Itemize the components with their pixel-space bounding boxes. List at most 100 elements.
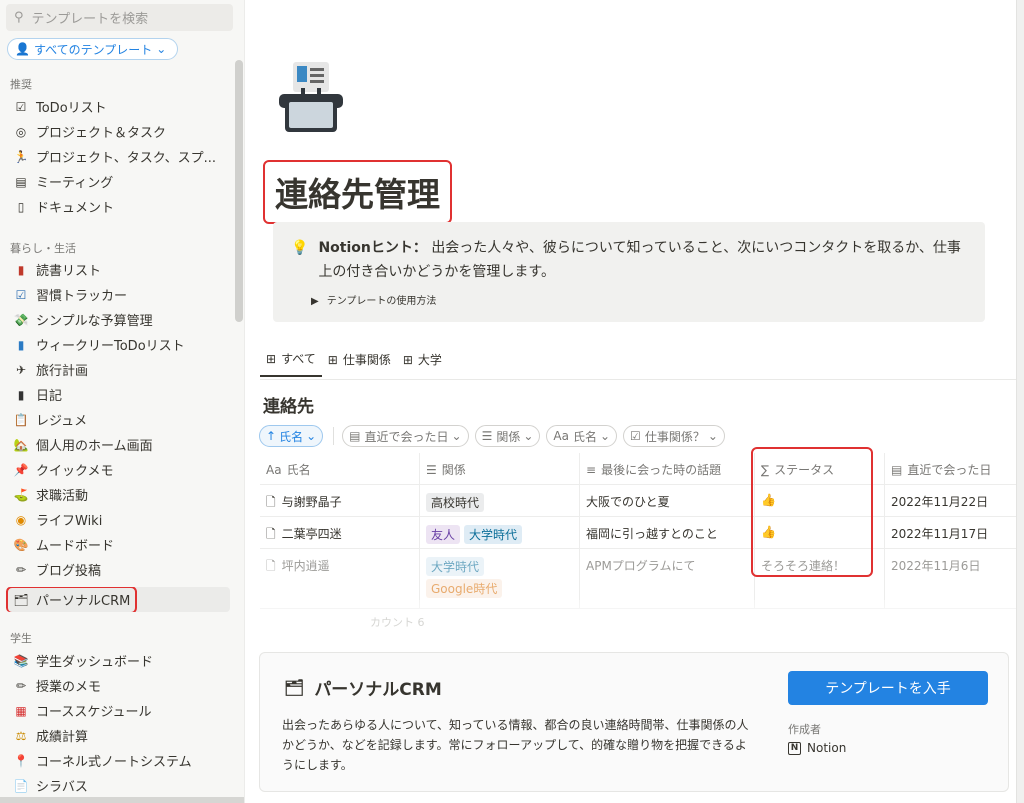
sidebar-item-project-task[interactable]: ◎ プロジェクト＆タスク xyxy=(6,119,230,144)
sidebar-item-document[interactable]: ▯ ドキュメント xyxy=(6,194,230,219)
column-header-name[interactable]: Aa 氏名 xyxy=(260,453,420,484)
notion-logo-icon: N xyxy=(788,741,801,755)
header-label: 氏名 xyxy=(286,463,311,477)
sidebar-item-quick-note[interactable]: 📌 クイックメモ xyxy=(6,457,230,482)
tab-university[interactable]: ⊞ 大学 xyxy=(397,350,448,377)
sidebar-item-todo[interactable]: ☑ ToDoリスト xyxy=(6,94,230,119)
sidebar-item-cornell-notes[interactable]: 📍 コーネル式ノートシステム xyxy=(6,748,230,773)
pill-label: 直近で会った日 xyxy=(364,429,449,444)
search-icon: ⚲ xyxy=(14,10,24,25)
sidebar-item-grade-calc[interactable]: ⚖ 成績計算 xyxy=(6,723,230,748)
sidebar-item-label: レジュメ xyxy=(36,414,88,429)
filter-bar: ↑ 氏名 ⌄ ▤ 直近で会った日 ⌄ ☰ 関係 ⌄ Aa 氏名 ⌄ ☑ 仕事関係？ ⌄ xyxy=(259,425,731,447)
sidebar-scrollbar[interactable] xyxy=(235,60,243,322)
sidebar-item-label: 読書リスト xyxy=(36,264,102,279)
cell-relation: 高校時代 xyxy=(420,485,580,516)
database-title: 連絡先 xyxy=(263,397,314,417)
sidebar-item-weekly-todo[interactable]: ▮ ウィークリーToDoリスト xyxy=(6,332,230,357)
sidebar-item-resume[interactable]: 📋 レジュメ xyxy=(6,407,230,432)
relation-tag: 高校時代 xyxy=(426,493,485,512)
sidebar-item-label: ブログ投稿 xyxy=(36,564,102,579)
filter-label: すべてのテンプレート xyxy=(33,42,153,57)
sidebar-item-student-dashboard[interactable]: 📚 学生ダッシュボード xyxy=(6,648,230,673)
sidebar-item-blog-post[interactable]: ✏ ブログ投稿 xyxy=(6,557,230,582)
search-input[interactable]: ⚲ テンプレートを検索 xyxy=(6,4,233,31)
compass-icon: ◉ xyxy=(15,512,27,527)
usage-toggle[interactable]: ▶ テンプレートの使用方法 xyxy=(311,288,969,314)
sort-name-pill[interactable]: ↑ 氏名 ⌄ xyxy=(259,425,324,447)
notebook-icon: ▮ xyxy=(17,337,25,352)
card-index-icon: 🗂 xyxy=(284,678,305,697)
sidebar-item-habit-tracker[interactable]: ☑ 習慣トラッカー xyxy=(6,282,230,307)
horizontal-scrollbar[interactable] xyxy=(0,797,244,803)
tab-work[interactable]: ⊞ 仕事関係 xyxy=(322,350,397,377)
sidebar-item-label: プロジェクト、タスク、スプ... xyxy=(36,151,216,166)
sidebar-item-moodboard[interactable]: 🎨 ムードボード xyxy=(6,532,230,557)
contact-name: 与謝野晶子 xyxy=(281,495,342,509)
scales-icon: ⚖ xyxy=(15,728,27,743)
filter-name-pill[interactable]: Aa 氏名 ⌄ xyxy=(546,425,618,447)
cell-name: 🗋 二葉亭四迷 xyxy=(260,517,420,548)
sidebar-item-reading-list[interactable]: ▮ 読書リスト xyxy=(6,257,230,282)
template-gallery: ⚲ テンプレートを検索 👤 すべてのテンプレート ⌄ 推奨 ☑ ToDoリスト ◎… xyxy=(0,0,1024,803)
sidebar-item-class-notes[interactable]: ✏ 授業のメモ xyxy=(6,673,230,698)
author[interactable]: N Notion xyxy=(788,741,846,755)
sidebar-item-label: クイックメモ xyxy=(36,464,114,479)
cell-topic: 福岡に引っ越すとのこと xyxy=(580,517,755,548)
flag-icon: ⛳ xyxy=(13,487,29,502)
tab-all[interactable]: ⊞ すべて xyxy=(260,350,322,377)
sidebar-item-label: 旅行計画 xyxy=(36,364,89,379)
sidebar-item-label: 習慣トラッカー xyxy=(36,289,128,304)
page-title: 連絡先管理 xyxy=(263,160,452,224)
journal-icon: ▮ xyxy=(17,387,25,402)
get-template-button[interactable]: テンプレートを入手 xyxy=(788,671,988,705)
card-index-icon xyxy=(279,62,343,132)
sidebar-item-travel[interactable]: ✈ 旅行計画 xyxy=(6,357,230,382)
sidebar-item-course-schedule[interactable]: ▦ コーススケジュール xyxy=(6,698,230,723)
divider xyxy=(333,427,335,445)
clipboard-icon: 📋 xyxy=(13,412,29,427)
table-row[interactable]: 🗋 二葉亭四迷 友人 大学時代 福岡に引っ越すとのこと 👍 2022年11月17日 xyxy=(260,517,1024,549)
tab-label: 仕事関係 xyxy=(342,353,391,367)
sidebar-item-life-wiki[interactable]: ◉ ライフWiki xyxy=(6,507,230,532)
column-header-date[interactable]: ▤ 直近で会った日 xyxy=(885,453,1024,484)
tab-label: 大学 xyxy=(417,353,442,367)
table-header: Aa 氏名 ☰ 関係 ≡ 最後に会った時の話題 ∑ ステータス ▤ 直近で会った日 xyxy=(260,453,1024,485)
chevron-down-icon: ⌄ xyxy=(451,429,462,443)
filter-work-pill[interactable]: ☑ 仕事関係？ ⌄ xyxy=(623,425,725,447)
window-scrollbar[interactable] xyxy=(1016,0,1024,803)
list-icon: ☰ xyxy=(426,463,437,477)
header-label: 最後に会った時の話題 xyxy=(601,463,722,477)
filter-relation-pill[interactable]: ☰ 関係 ⌄ xyxy=(474,425,541,447)
sidebar-item-home[interactable]: 🏡 個人用のホーム画面 xyxy=(6,432,230,457)
section-life: 暮らし・生活 xyxy=(10,242,76,255)
sidebar-item-syllabus[interactable]: 📄 シラバス xyxy=(6,773,230,798)
check-box-icon: ☑ xyxy=(15,287,27,302)
column-header-relation[interactable]: ☰ 関係 xyxy=(420,453,580,484)
sidebar-item-personal-crm[interactable]: 🗂 パーソナルCRM xyxy=(6,587,230,612)
contacts-table: Aa 氏名 ☰ 関係 ≡ 最後に会った時の話題 ∑ ステータス ▤ 直近で会った日 🗋 与謝… xyxy=(260,453,1024,609)
text-icon: Aa xyxy=(553,429,569,443)
section-recommended: 推奨 xyxy=(10,78,32,91)
page-icon: 📄 xyxy=(13,778,29,793)
sidebar-item-label: 成績計算 xyxy=(36,730,89,745)
all-templates-filter[interactable]: 👤 すべてのテンプレート ⌄ xyxy=(7,38,179,60)
cell-date: 2022年11月22日 xyxy=(891,495,989,509)
tab-label: すべて xyxy=(281,352,316,366)
column-header-topic[interactable]: ≡ 最後に会った時の話題 xyxy=(580,453,755,484)
sidebar-item-job-hunt[interactable]: ⛳ 求職活動 xyxy=(6,482,230,507)
sidebar-item-label: シンプルな予算管理 xyxy=(36,314,153,329)
sidebar-item-journal[interactable]: ▮ 日記 xyxy=(6,382,230,407)
pill-label: 関係 xyxy=(496,429,521,444)
table-row[interactable]: 🗋 与謝野晶子 高校時代 大阪でのひと夏 👍 2022年11月22日 xyxy=(260,485,1024,517)
page-icon: 🗋 xyxy=(266,527,276,541)
sidebar-item-label: 授業のメモ xyxy=(36,680,102,695)
sidebar-item-project-sprint[interactable]: 🏃 プロジェクト、タスク、スプ... xyxy=(6,144,230,169)
header-label: 関係 xyxy=(441,463,466,477)
calendar-icon: ▤ xyxy=(891,463,903,477)
sidebar-item-budget[interactable]: 💸 シンプルな予算管理 xyxy=(6,307,230,332)
sidebar-item-meeting[interactable]: ▤ ミーティング xyxy=(6,169,230,194)
person-icon: 👤 xyxy=(15,42,30,56)
filter-last-met-pill[interactable]: ▤ 直近で会った日 ⌄ xyxy=(342,425,469,447)
toggle-label: テンプレートの使用方法 xyxy=(326,296,437,307)
